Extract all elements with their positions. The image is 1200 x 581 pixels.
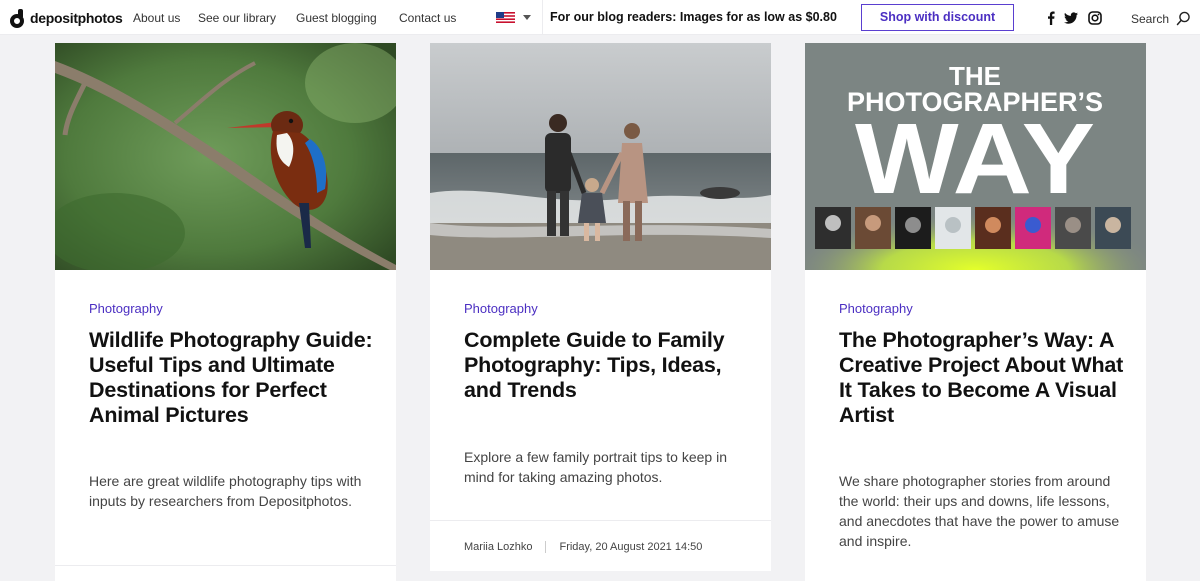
- logo-icon: [10, 9, 24, 28]
- article-title[interactable]: Wildlife Photography Guide: Useful Tips …: [89, 328, 374, 428]
- search-icon[interactable]: [1176, 11, 1191, 26]
- search-label[interactable]: Search: [1131, 12, 1169, 26]
- article-excerpt: Explore a few family portrait tips to ke…: [464, 449, 728, 485]
- article-title[interactable]: Complete Guide to Family Photography: Ti…: [464, 328, 749, 403]
- article-excerpt: We share photographer stories from aroun…: [839, 473, 1120, 549]
- family-beach-image[interactable]: [430, 43, 771, 270]
- article-card[interactable]: Photography Wildlife Photography Guide: …: [55, 43, 396, 581]
- publish-date: Friday, 20 August 2021 14:50: [559, 541, 703, 553]
- meta-divider: [545, 541, 547, 553]
- card-divider: [55, 565, 396, 566]
- article-meta: Mariia Lozhko Friday, 20 August 2021 14:…: [464, 541, 702, 553]
- article-card[interactable]: THE PHOTOGRAPHER’S WAY Photography The P…: [805, 43, 1146, 581]
- nav-contact-us[interactable]: Contact us: [399, 11, 456, 25]
- image-text-way: WAY: [855, 103, 1095, 215]
- nav-guest-blogging[interactable]: Guest blogging: [296, 11, 377, 25]
- card-divider: [430, 520, 771, 521]
- chevron-down-icon[interactable]: [523, 15, 531, 20]
- photographers-way-image[interactable]: THE PHOTOGRAPHER’S WAY: [805, 43, 1146, 270]
- category-label[interactable]: Photography: [839, 301, 913, 316]
- article-excerpt: Here are great wildlife photography tips…: [89, 473, 362, 509]
- header-divider: [542, 0, 543, 35]
- instagram-icon[interactable]: [1088, 11, 1102, 25]
- article-card[interactable]: Photography Complete Guide to Family Pho…: [430, 43, 771, 571]
- author-name[interactable]: Mariia Lozhko: [464, 541, 532, 553]
- site-header: depositphotos About us See our library G…: [0, 0, 1200, 35]
- nav-see-our-library[interactable]: See our library: [198, 11, 276, 25]
- logo-text: depositphotos: [30, 10, 123, 26]
- shop-with-discount-button[interactable]: Shop with discount: [861, 4, 1014, 31]
- facebook-icon[interactable]: [1044, 11, 1058, 25]
- us-flag-icon[interactable]: [496, 12, 515, 23]
- category-label[interactable]: Photography: [89, 301, 163, 316]
- twitter-icon[interactable]: [1064, 11, 1078, 25]
- kingfisher-bird-image[interactable]: [55, 43, 396, 270]
- category-label[interactable]: Photography: [464, 301, 538, 316]
- article-title[interactable]: The Photographer’s Way: A Creative Proje…: [839, 328, 1124, 428]
- promo-text: For our blog readers: Images for as low …: [550, 10, 837, 24]
- logo[interactable]: depositphotos: [10, 8, 123, 28]
- nav-about-us[interactable]: About us: [133, 11, 180, 25]
